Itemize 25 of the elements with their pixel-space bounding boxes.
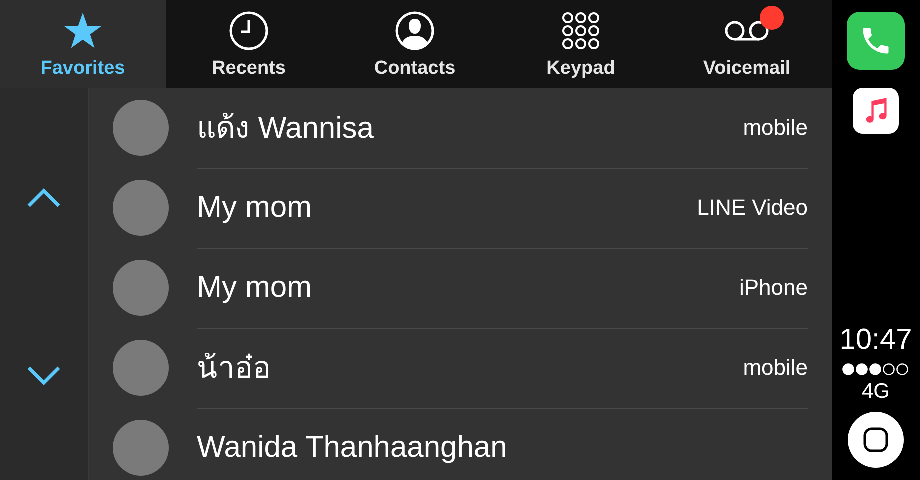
voicemail-icon: [724, 20, 770, 42]
tab[interactable]: Recents: [166, 0, 332, 88]
clock-time: 10:47: [840, 324, 912, 357]
phone-label: iPhone: [739, 274, 808, 300]
tab[interactable]: Favorites: [0, 0, 166, 88]
phone-app-icon[interactable]: [847, 12, 905, 70]
signal-icon: [842, 363, 910, 376]
keypad-icon: [562, 12, 600, 50]
contact-name[interactable]: My mom: [197, 190, 312, 224]
network-label: 4G: [862, 380, 890, 404]
person-icon: [395, 11, 435, 51]
phone-label: LINE Video: [697, 194, 808, 220]
tab[interactable]: Voicemail: [664, 0, 830, 88]
phone-label: mobile: [743, 354, 808, 380]
rounded-square-icon: [863, 427, 889, 453]
tab[interactable]: Keypad: [498, 0, 664, 88]
contact-name[interactable]: แด้ง Wannisa: [197, 104, 374, 151]
contact-name[interactable]: Wanida Thanhaanghan: [197, 431, 508, 465]
music-app-icon[interactable]: [853, 88, 899, 134]
phone-label: mobile: [743, 114, 808, 140]
clock-icon: [229, 11, 269, 51]
contact-name[interactable]: น้าอ๋อ: [197, 344, 271, 391]
star-icon: [64, 13, 102, 49]
contact-name[interactable]: My mom: [197, 270, 312, 304]
tab[interactable]: Contacts: [332, 0, 498, 88]
